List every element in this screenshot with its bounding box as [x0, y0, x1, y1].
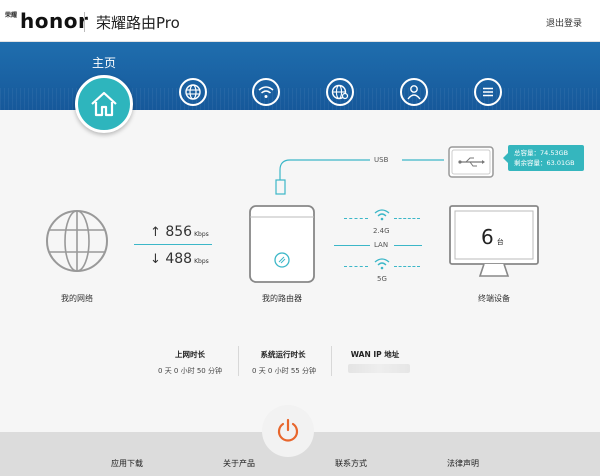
wifi24-line-left: [344, 218, 368, 219]
brand-logo: honor: [20, 9, 89, 33]
wifi5-line-right: [394, 266, 420, 267]
header-divider: [84, 12, 85, 32]
device-count: 6台: [481, 225, 504, 249]
device-count-value: 6: [481, 225, 494, 249]
menu-icon: [483, 87, 493, 97]
home-icon: [91, 91, 117, 117]
nav-more-button[interactable]: [474, 78, 502, 106]
nav-user-button[interactable]: [400, 78, 428, 106]
band-24g-label: 2.4G: [373, 227, 390, 235]
power-button[interactable]: [262, 405, 314, 457]
user-icon: [407, 85, 421, 100]
down-arrow-icon: ↓: [150, 252, 161, 267]
app-title: 荣耀路由Pro: [96, 14, 180, 32]
home-tab-label: 主页: [92, 56, 117, 70]
storage-total: 总容量：74.53GB: [514, 149, 569, 157]
speed-divider: [134, 244, 212, 245]
globe-icon: [185, 84, 201, 100]
wifi-icon: [258, 86, 274, 98]
power-icon: [277, 418, 299, 442]
footer-link-legal[interactable]: 法律声明: [447, 458, 479, 469]
nav-internet-button[interactable]: [179, 78, 207, 106]
device-count-unit: 台: [496, 238, 504, 246]
router-icon[interactable]: [248, 204, 316, 284]
usb-cable: [275, 159, 444, 195]
online-duration-title: 上网时长: [175, 350, 205, 359]
router-admin-page: 荣耀 honor 荣耀路由Pro 退出登录 主页 我的网络 ↑ 856 Kbps…: [0, 0, 600, 476]
brand-mark: 荣耀: [5, 12, 18, 19]
wifi-5g-icon: [374, 258, 390, 270]
web-settings-icon: [331, 84, 349, 100]
home-button[interactable]: [75, 75, 133, 133]
usb-label: USB: [374, 156, 389, 164]
nav-web-settings-button[interactable]: [326, 78, 354, 106]
network-globe-icon[interactable]: [44, 208, 110, 278]
upload-speed: ↑ 856 Kbps: [150, 224, 209, 240]
download-speed: ↓ 488 Kbps: [150, 251, 209, 267]
wifi5-line-left: [344, 266, 368, 267]
stat-separator: [331, 346, 332, 376]
upload-unit: Kbps: [194, 231, 209, 238]
router-label: 我的路由器: [262, 294, 302, 303]
download-value: 488: [165, 251, 193, 267]
band-5g-label: 5G: [377, 275, 387, 283]
logout-link[interactable]: 退出登录: [546, 16, 582, 29]
online-duration-value: 0 天 0 小时 50 分钟: [158, 367, 222, 375]
stat-separator: [238, 346, 239, 376]
top-bar: 荣耀 honor 荣耀路由Pro 退出登录: [0, 0, 600, 42]
footer-link-contact[interactable]: 联系方式: [335, 458, 367, 469]
uptime-value: 0 天 0 小时 55 分钟: [252, 367, 316, 375]
wifi24-line-right: [394, 218, 420, 219]
lan-line-right: [394, 245, 422, 246]
lan-label: LAN: [374, 241, 389, 249]
lan-line-left: [334, 245, 370, 246]
footer-link-app-download[interactable]: 应用下载: [111, 458, 143, 469]
storage-free: 剩余容量：63.01GB: [514, 159, 575, 167]
download-unit: Kbps: [194, 258, 209, 265]
up-arrow-icon: ↑: [150, 225, 161, 240]
storage-tooltip: 总容量：74.53GB 剩余容量：63.01GB: [503, 145, 584, 171]
network-label: 我的网络: [61, 294, 93, 303]
usb-storage-icon[interactable]: [448, 146, 494, 178]
wan-ip-value-blurred: [348, 364, 410, 373]
wan-ip-title: WAN IP 地址: [350, 350, 400, 359]
nav-wifi-button[interactable]: [252, 78, 280, 106]
wifi-24g-icon: [374, 209, 390, 221]
upload-value: 856: [165, 224, 193, 240]
devices-label: 终端设备: [478, 294, 510, 303]
footer-link-about[interactable]: 关于产品: [223, 458, 255, 469]
uptime-title: 系统运行时长: [260, 350, 306, 359]
